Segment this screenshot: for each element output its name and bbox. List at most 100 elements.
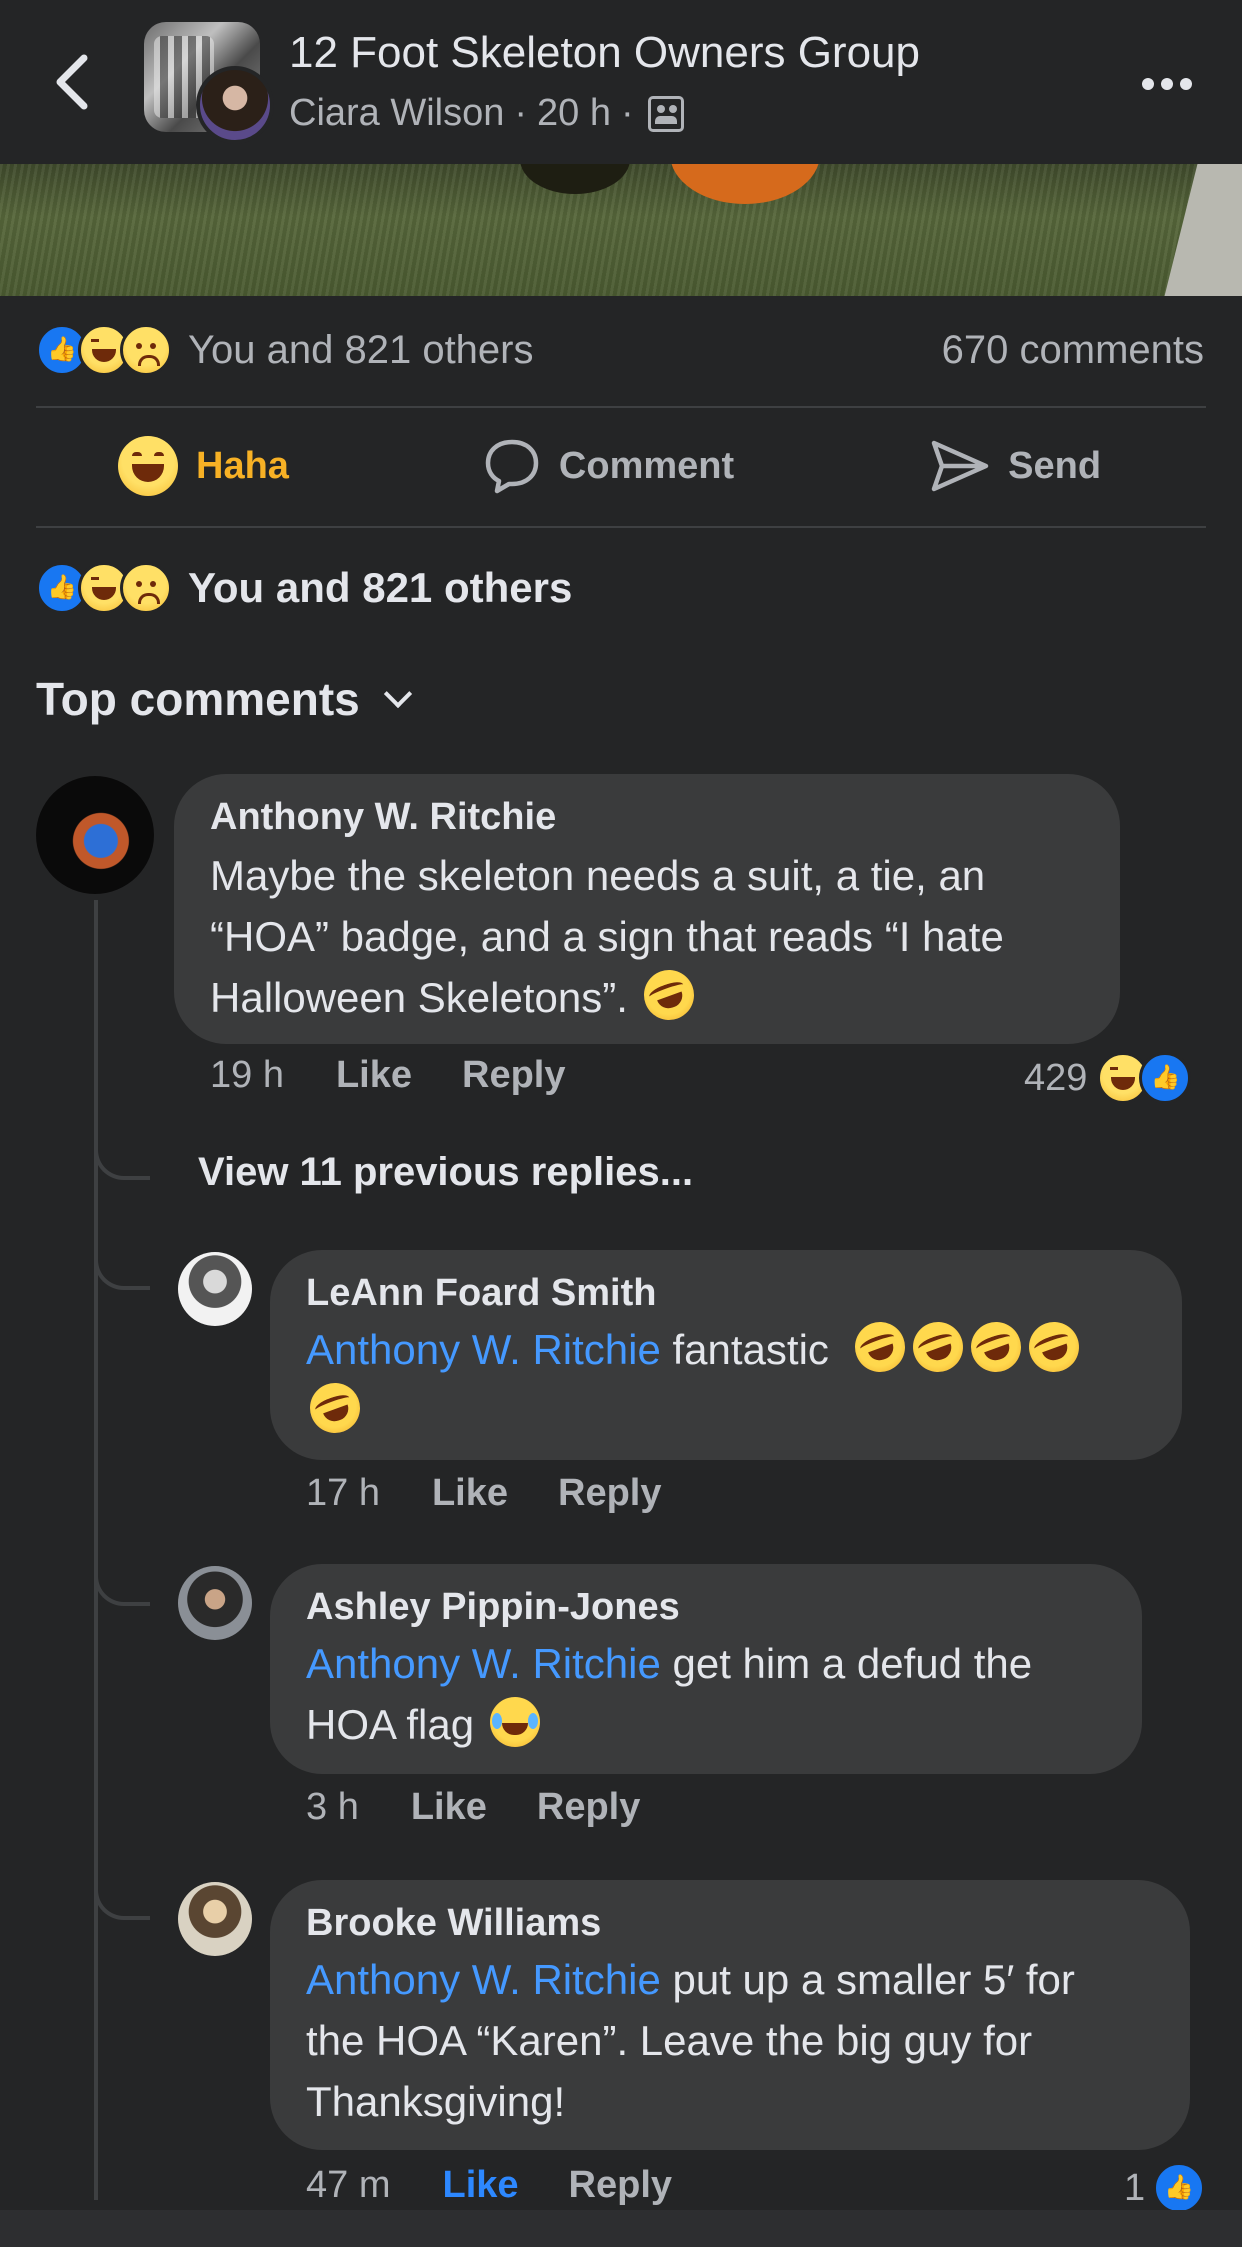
reply-meta: 47 m Like Reply [306,2164,672,2207]
comment-time[interactable]: 19 h [210,1054,284,1097]
thread-branch [94,1140,150,1180]
mention-link[interactable]: Anthony W. Ritchie [306,1956,661,2003]
reactions-count[interactable]: You and 821 others [188,328,534,373]
reply-author[interactable]: Brooke Williams [306,1902,1154,1945]
reply-button[interactable]: Reply [537,1786,640,1829]
haha-icon [118,436,178,496]
comments-count[interactable]: 670 comments [942,328,1204,373]
more-horizontal-icon [1142,78,1154,90]
comment-reactions[interactable]: 429 [1024,1052,1192,1104]
thread-branch [94,1566,150,1606]
comment-button[interactable]: Comment [483,437,734,495]
reply-meta: 3 h Like Reply [306,1786,640,1829]
rofl-emoji-icon [302,1375,368,1441]
reply-bubble: Ashley Pippin-Jones Anthony W. Ritchie g… [270,1564,1142,1774]
post-photo[interactable] [0,164,1242,296]
divider [36,526,1206,528]
reply-body: fantastic [660,1326,829,1373]
comment-bubble: Anthony W. Ritchie Maybe the skeleton ne… [174,774,1120,1044]
like-icon [1153,2162,1206,2214]
like-button[interactable]: Like [442,2164,518,2207]
rofl-emoji-icon [905,1314,970,1380]
reactions-detail[interactable]: You and 821 others [36,558,572,618]
thread-branch [94,1880,150,1920]
reply-body: HOA flag [306,1701,475,1748]
back-button[interactable] [48,52,98,112]
sad-icon [120,324,172,376]
reply-reaction-count: 1 [1124,2166,1146,2209]
mention-link[interactable]: Anthony W. Ritchie [306,1640,661,1687]
author-name[interactable]: Ciara Wilson [289,92,504,135]
rofl-emoji-icon [847,1314,912,1380]
reply-text: Anthony W. Ritchie fantastic [302,1314,1146,1441]
thread-branch [94,1250,150,1290]
like-button[interactable]: Like [411,1786,487,1829]
bottom-bar [0,2210,1242,2247]
comment-line: Maybe the skeleton needs a suit, a tie, … [210,852,986,899]
like-button[interactable]: Like [432,1472,508,1515]
reply-time[interactable]: 3 h [306,1786,359,1829]
reaction-icons [1097,1052,1192,1104]
reply-button[interactable]: Reply [462,1054,565,1097]
separator: · [514,92,528,134]
joy-emoji-icon [489,1697,540,1747]
reactions-summary[interactable]: You and 821 others 670 comments [36,320,1204,380]
send-label: Send [1008,444,1102,487]
reply-time[interactable]: 17 h [306,1472,380,1515]
reply-bubble: Brooke Williams Anthony W. Ritchie put u… [270,1880,1190,2150]
comment-text: Maybe the skeleton needs a suit, a tie, … [210,845,1084,1028]
action-bar: Haha Comment Send [36,410,1206,522]
mention-link[interactable]: Anthony W. Ritchie [306,1326,661,1373]
reply-meta: 17 h Like Reply [306,1472,662,1515]
reply-author[interactable]: Ashley Pippin-Jones [306,1586,1106,1629]
group-name[interactable]: 12 Foot Skeleton Owners Group [289,28,920,78]
avatar[interactable] [178,1882,252,1956]
send-button[interactable]: Send [930,437,1101,495]
rofl-emoji-icon [1021,1314,1086,1380]
like-icon [1139,1052,1192,1104]
sad-icon [120,562,172,614]
group-members-icon [647,95,684,132]
post-time[interactable]: 20 h [537,92,611,135]
more-options-button[interactable] [1142,78,1192,90]
view-previous-replies[interactable]: View 11 previous replies... [198,1150,693,1195]
reactions-detail-text[interactable]: You and 821 others [188,564,572,612]
reply-body: get him a defud the [660,1640,1033,1687]
reply-bubble: LeAnn Foard Smith Anthony W. Ritchie fan… [270,1250,1182,1460]
comment-sort-button[interactable]: Top comments [36,672,412,726]
avatar[interactable] [178,1252,252,1326]
send-icon [931,440,989,492]
reply-reactions[interactable]: 1 [1124,2162,1206,2214]
reply-button[interactable]: Reply [569,2164,672,2207]
rofl-emoji-icon [636,962,701,1028]
divider [36,406,1206,408]
avatar[interactable] [36,776,154,894]
comment-line: Halloween Skeletons”. [210,974,628,1021]
post-header: 12 Foot Skeleton Owners Group Ciara Wils… [0,0,1242,164]
reply-button[interactable]: Reply [558,1472,661,1515]
haha-button[interactable]: Haha [118,436,289,496]
thread-line [94,900,98,2200]
rofl-emoji-icon [963,1314,1028,1380]
reply-author[interactable]: LeAnn Foard Smith [306,1272,1146,1315]
comment-icon [485,439,539,494]
haha-label: Haha [196,444,289,487]
separator: · [621,92,634,134]
comment-label: Comment [558,444,735,487]
avatar[interactable] [178,1566,252,1640]
comment-sort-label: Top comments [36,673,360,725]
reply-body: put up a smaller 5′ for [660,1956,1075,2003]
reaction-icons [36,324,172,376]
post-meta: Ciara Wilson · 20 h · [289,92,684,135]
chevron-down-icon [383,679,412,709]
reply-time[interactable]: 47 m [306,2164,390,2207]
reaction-icons [36,562,172,614]
comment-meta: 19 h Like Reply [210,1054,566,1097]
comment-author[interactable]: Anthony W. Ritchie [210,796,1084,839]
reply-text: Anthony W. Ritchie get him a defud the H… [306,1633,1106,1755]
comment-reaction-count: 429 [1024,1056,1088,1099]
like-button[interactable]: Like [336,1054,412,1097]
reply-body: the HOA “Karen”. Leave the big guy for [306,2017,1033,2064]
author-avatar[interactable] [196,66,274,144]
reply-text: Anthony W. Ritchie put up a smaller 5′ f… [306,1949,1154,2132]
